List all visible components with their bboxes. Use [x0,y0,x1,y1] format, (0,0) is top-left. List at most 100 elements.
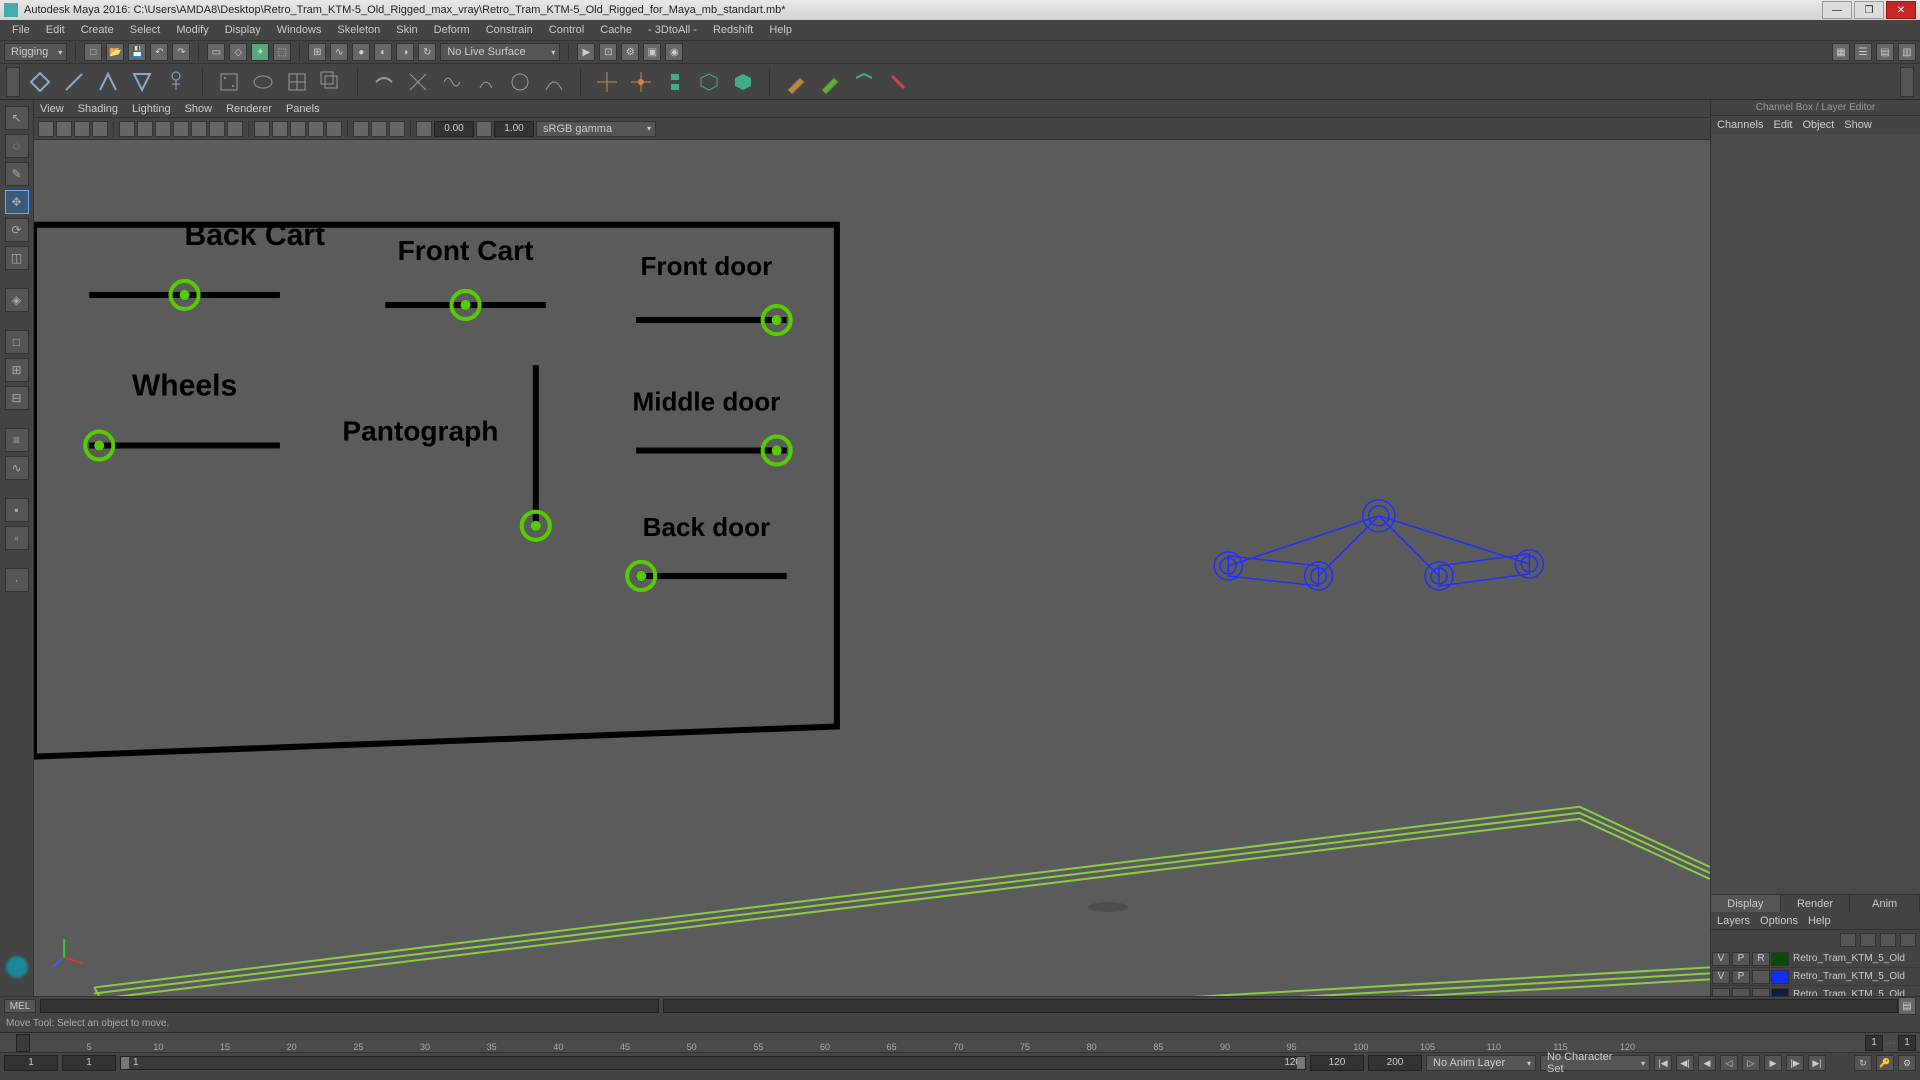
open-scene-icon[interactable]: 📂 [106,43,124,61]
panel-grid-icon[interactable] [119,121,135,137]
shelf-misc-1[interactable] [850,68,878,96]
menu-constrain[interactable]: Constrain [478,24,541,36]
menu-cache[interactable]: Cache [592,24,640,36]
cb-menu-edit[interactable]: Edit [1773,119,1792,131]
shelf-tool-1[interactable] [26,68,54,96]
step-back-key-button[interactable]: ◀| [1676,1055,1694,1071]
cb-menu-show[interactable]: Show [1844,119,1872,131]
range-end-inner-field[interactable]: 120 [1310,1055,1364,1071]
select-tool-icon[interactable]: ⬚ [273,43,291,61]
script-lang-label[interactable]: MEL [4,999,36,1013]
layer-color-swatch[interactable] [1771,970,1789,984]
minimize-button[interactable]: — [1822,1,1852,19]
shelf-tool-3[interactable] [94,68,122,96]
panel-menu-view[interactable]: View [40,103,64,115]
lasso-tool[interactable]: ◌ [5,134,29,158]
layer-p-toggle[interactable]: P [1732,970,1750,984]
layer-p-toggle[interactable]: P [1732,952,1750,966]
play-forward-button[interactable]: ▷ [1742,1055,1760,1071]
extra-tool-1[interactable]: ▪ [5,498,29,522]
color-mgmt-dropdown[interactable]: sRGB gamma [536,121,656,137]
graph-toggle[interactable]: ∿ [5,456,29,480]
snap-point-icon[interactable]: ● [352,43,370,61]
script-editor-icon[interactable]: ▤ [1898,997,1916,1015]
snap-live-icon[interactable]: ◑ [396,43,414,61]
play-back-button[interactable]: ◁ [1720,1055,1738,1071]
fast-forward-button[interactable]: ▶| [1808,1055,1826,1071]
panel-layout-1-icon[interactable]: ▦ [1832,43,1850,61]
step-back-button[interactable]: ◀ [1698,1055,1716,1071]
panel-shadows-icon[interactable] [326,121,342,137]
menu-modify[interactable]: Modify [168,24,216,36]
cb-menu-object[interactable]: Object [1802,119,1834,131]
maximize-button[interactable]: ❐ [1854,1,1884,19]
shelf-deform-6[interactable] [540,68,568,96]
panel-exposure-icon[interactable] [416,121,432,137]
layout-single[interactable]: □ [5,330,29,354]
panel-field-chart-icon[interactable] [191,121,207,137]
auto-key-button[interactable]: 🔑 [1876,1055,1894,1071]
layout-two-h[interactable]: ⊟ [5,386,29,410]
panel-lights-icon[interactable] [308,121,324,137]
step-forward-button[interactable]: ▶ [1764,1055,1782,1071]
layer-r-toggle[interactable]: R [1752,952,1770,966]
layer-color-swatch[interactable] [1771,952,1789,966]
panel-bookmark-icon[interactable] [74,121,90,137]
menu-skin[interactable]: Skin [388,24,425,36]
layer-tab-display[interactable]: Display [1711,895,1781,912]
layer-menu-options[interactable]: Options [1760,915,1798,927]
shelf-tool-4[interactable] [128,68,156,96]
hypershade-icon[interactable]: ◉ [665,43,683,61]
menu-display[interactable]: Display [217,24,269,36]
layer-v-toggle[interactable]: V [1712,970,1730,984]
menu-dtoall[interactable]: - 3DtoAll - [640,24,705,36]
layer-move-up-icon[interactable] [1840,933,1856,947]
undo-icon[interactable]: ↶ [150,43,168,61]
render-view-icon[interactable]: ▣ [643,43,661,61]
range-start-field[interactable]: 1 [4,1055,58,1071]
panel-image-plane-icon[interactable] [92,121,108,137]
snap-grid-icon[interactable]: ⊞ [308,43,326,61]
paint-tool[interactable]: ✎ [5,162,29,186]
extra-tool-3[interactable]: · [5,568,29,592]
panel-menu-show[interactable]: Show [185,103,213,115]
gamma-field[interactable]: 1.00 [494,121,534,137]
lasso-icon[interactable]: ◇ [229,43,247,61]
snap-plane-icon[interactable]: ◐ [374,43,392,61]
layer-row[interactable]: VPRRetro_Tram_KTM_5_Old [1711,950,1920,968]
time-cursor[interactable] [16,1034,30,1052]
layer-row[interactable]: VPRetro_Tram_KTM_5_Old [1711,968,1920,986]
layer-v-toggle[interactable]: V [1712,952,1730,966]
shelf-misc-2[interactable] [884,68,912,96]
layer-tab-anim[interactable]: Anim [1850,895,1920,912]
shelf-deform-5[interactable] [506,68,534,96]
cb-menu-channels[interactable]: Channels [1717,119,1763,131]
layer-r-toggle[interactable] [1752,970,1770,984]
layer-tab-render[interactable]: Render [1781,895,1851,912]
panel-smooth-icon[interactable] [272,121,288,137]
panel-layout-2-icon[interactable]: ☰ [1854,43,1872,61]
select-tool[interactable]: ↖ [5,106,29,130]
select-mode-icon[interactable]: ▭ [207,43,225,61]
shelf-deform-1[interactable] [370,68,398,96]
panel-res-gate-icon[interactable] [155,121,171,137]
workspace-dropdown[interactable]: Rigging [4,43,67,61]
shelf-skin-3[interactable] [283,68,311,96]
panel-wireframe-icon[interactable] [254,121,270,137]
panel-xray-joints-icon[interactable] [389,121,405,137]
panel-safe-action-icon[interactable] [209,121,225,137]
menu-help[interactable]: Help [761,24,800,36]
layer-menu-layers[interactable]: Layers [1717,915,1750,927]
shelf-constrain-2[interactable] [627,68,655,96]
shelf-options-icon[interactable] [1900,67,1914,97]
step-forward-key-button[interactable]: |▶ [1786,1055,1804,1071]
menu-redshift[interactable]: Redshift [705,24,761,36]
menu-windows[interactable]: Windows [269,24,330,36]
panel-camera-icon[interactable] [56,121,72,137]
menu-select[interactable]: Select [122,24,169,36]
layout-four[interactable]: ⊞ [5,358,29,382]
save-scene-icon[interactable]: 💾 [128,43,146,61]
layer-new-empty-icon[interactable] [1880,933,1896,947]
panel-film-gate-icon[interactable] [137,121,153,137]
close-button[interactable]: ✕ [1886,1,1916,19]
